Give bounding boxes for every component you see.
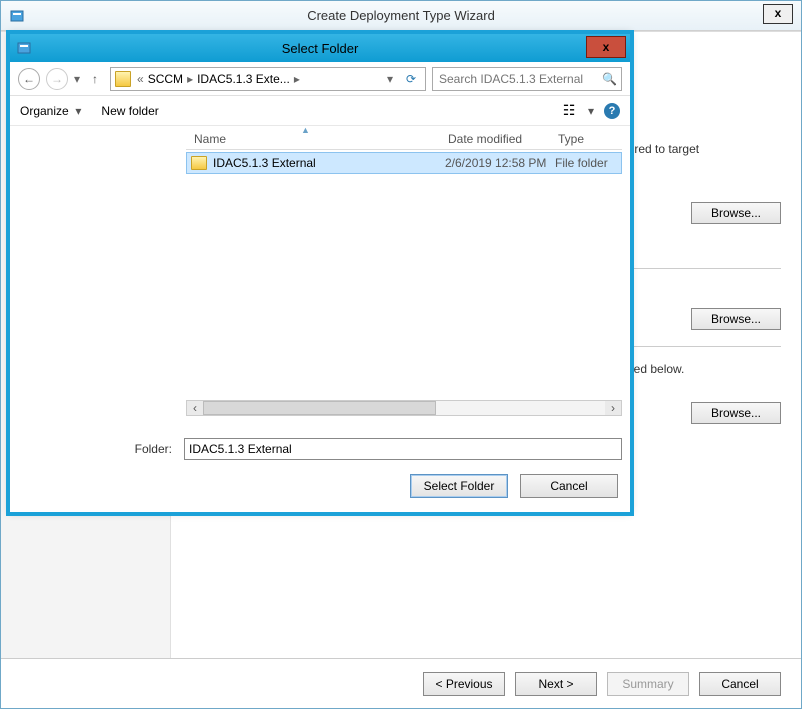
cancel-button[interactable]: Cancel xyxy=(699,672,781,696)
next-button[interactable]: Next > xyxy=(515,672,597,696)
chevron-down-icon: ▾ xyxy=(72,104,81,118)
file-name: IDAC5.1.3 External xyxy=(213,156,445,170)
nav-recent-dropdown[interactable]: ▾ xyxy=(74,72,80,86)
browse-button-1[interactable]: Browse... xyxy=(691,202,781,224)
view-options-button[interactable]: ☷ xyxy=(560,102,578,120)
horizontal-scrollbar[interactable]: ‹ › xyxy=(186,400,622,416)
breadcrumb-prefix: « xyxy=(135,72,146,86)
folder-input-row: Folder: xyxy=(18,438,622,460)
breadcrumb-sep-2: ▸ xyxy=(292,72,302,86)
breadcrumb-dropdown[interactable]: ▾ xyxy=(385,72,395,86)
search-input[interactable] xyxy=(437,71,602,87)
outer-titlebar: Create Deployment Type Wizard x xyxy=(1,1,801,31)
arrow-right-icon: → xyxy=(51,72,63,86)
help-icon: ? xyxy=(609,105,616,117)
scroll-track[interactable] xyxy=(203,401,605,415)
folder-icon xyxy=(115,71,131,87)
file-date: 2/6/2019 12:58 PM xyxy=(445,156,555,170)
breadcrumb-bar[interactable]: « SCCM ▸ IDAC5.1.3 Exte... ▸ ▾ ⟳ xyxy=(110,67,426,91)
sort-indicator-icon: ▲ xyxy=(301,125,310,135)
browse-button-3[interactable]: Browse... xyxy=(691,402,781,424)
summary-button: Summary xyxy=(607,672,689,696)
file-type: File folder xyxy=(555,156,608,170)
outer-window-title: Create Deployment Type Wizard xyxy=(1,8,801,23)
nav-up-button[interactable]: ↑ xyxy=(86,70,104,88)
wizard-footer: < Previous Next > Summary Cancel xyxy=(1,658,801,708)
arrow-left-icon: ← xyxy=(23,72,35,86)
outer-close-button[interactable]: x xyxy=(763,4,793,24)
wizard-text-2: ied below. xyxy=(631,362,781,376)
select-folder-button[interactable]: Select Folder xyxy=(410,474,508,498)
folder-label: Folder: xyxy=(18,442,178,456)
file-list-area: ▲ Name Date modified Type IDAC5.1.3 Exte… xyxy=(186,128,622,416)
dialog-button-row: Select Folder Cancel xyxy=(410,474,618,498)
refresh-icon: ⟳ xyxy=(406,72,416,86)
nav-forward-button: → xyxy=(46,68,68,90)
organize-label: Organize xyxy=(20,104,69,118)
help-button[interactable]: ? xyxy=(604,103,620,119)
column-type[interactable]: Type xyxy=(554,132,622,146)
folder-icon xyxy=(191,156,207,170)
column-name[interactable]: Name xyxy=(186,132,444,146)
browse-button-2[interactable]: Browse... xyxy=(691,308,781,330)
select-folder-dialog: Select Folder x ← → ▾ ↑ « SCCM ▸ IDAC5.1… xyxy=(9,33,631,513)
view-dropdown[interactable]: ▾ xyxy=(588,104,594,118)
breadcrumb-idac[interactable]: IDAC5.1.3 Exte... xyxy=(197,72,290,86)
file-row[interactable]: IDAC5.1.3 External 2/6/2019 12:58 PM Fil… xyxy=(186,152,622,174)
column-date[interactable]: Date modified xyxy=(444,132,554,146)
dialog-cancel-button[interactable]: Cancel xyxy=(520,474,618,498)
file-list-header: ▲ Name Date modified Type xyxy=(186,128,622,150)
scroll-thumb[interactable] xyxy=(203,401,436,415)
arrow-up-icon: ↑ xyxy=(92,72,98,86)
dialog-titlebar: Select Folder x xyxy=(10,34,630,62)
nav-back-button[interactable]: ← xyxy=(18,68,40,90)
folder-input[interactable] xyxy=(184,438,622,460)
search-icon[interactable]: 🔍 xyxy=(602,72,617,86)
dialog-title: Select Folder xyxy=(10,41,630,56)
deployment-wizard-window: Create Deployment Type Wizard x devices … xyxy=(0,0,802,709)
refresh-button[interactable]: ⟳ xyxy=(401,69,421,89)
scroll-right-button[interactable]: › xyxy=(605,401,621,415)
breadcrumb-sep-1: ▸ xyxy=(185,72,195,86)
chevron-left-icon: ‹ xyxy=(193,401,197,415)
previous-button[interactable]: < Previous xyxy=(423,672,505,696)
dialog-close-button[interactable]: x xyxy=(586,36,626,58)
search-box[interactable]: 🔍 xyxy=(432,67,622,91)
organize-menu[interactable]: Organize ▾ xyxy=(20,104,81,118)
scroll-left-button[interactable]: ‹ xyxy=(187,401,203,415)
new-folder-button[interactable]: New folder xyxy=(101,104,158,118)
breadcrumb-sccm[interactable]: SCCM xyxy=(148,72,183,86)
view-icon: ☷ xyxy=(563,102,576,119)
dialog-nav-row: ← → ▾ ↑ « SCCM ▸ IDAC5.1.3 Exte... ▸ ▾ ⟳ xyxy=(10,62,630,96)
chevron-right-icon: › xyxy=(611,401,615,415)
dialog-nav-pane xyxy=(18,128,186,416)
dialog-toolbar: Organize ▾ New folder ☷ ▾ ? xyxy=(10,96,630,126)
